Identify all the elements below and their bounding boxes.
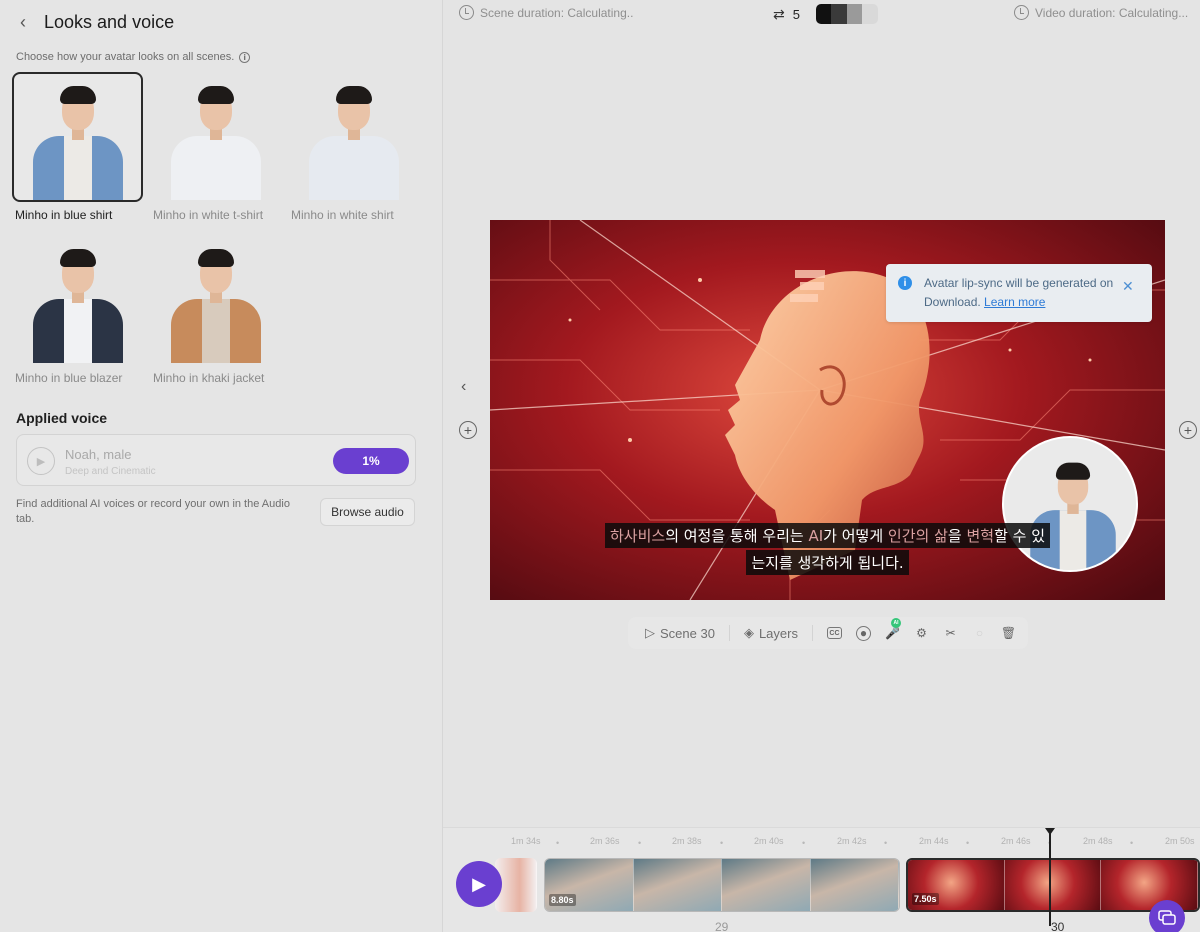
clip-duration: 7.50s — [912, 893, 939, 905]
avatar-icon[interactable]: ● — [855, 625, 871, 641]
ruler-tick: 2m 40s — [754, 836, 784, 846]
subtitle-overlay[interactable]: 하사비스의 여정을 통해 우리는 AI가 어떻게 인간의 삶을 변혁할 수 있 … — [490, 523, 1165, 577]
learn-more-link[interactable]: Learn more — [984, 295, 1045, 309]
look-thumbnail — [150, 235, 281, 365]
avatar-figure — [299, 78, 409, 200]
back-chevron-icon[interactable]: ‹ — [16, 12, 30, 33]
avatar-figure — [161, 241, 271, 363]
look-blue-shirt[interactable]: Minho in blue shirt — [12, 72, 143, 235]
shuffle-count: 5 — [792, 6, 800, 22]
color-swatch-strip[interactable] — [815, 4, 878, 24]
clock-icon — [459, 5, 474, 20]
look-label: Minho in blue shirt — [15, 208, 113, 222]
timeline-playhead[interactable] — [1045, 828, 1055, 926]
layers-button[interactable]: ◈ Layers — [744, 625, 798, 641]
applied-voice-heading: Applied voice — [16, 410, 108, 426]
captions-icon[interactable]: CC — [826, 627, 842, 639]
look-thumbnail — [12, 235, 143, 365]
layers-icon: ◈ — [743, 625, 754, 640]
timeline-clip-29[interactable]: 8.80s — [544, 858, 900, 912]
voice-play-icon[interactable]: ▶ — [27, 447, 55, 475]
video-duration-text: Video duration: Calculating... — [1035, 5, 1189, 20]
ruler-tick: 2m 38s — [672, 836, 702, 846]
scene-duration-text: Scene duration: Calculating.. — [480, 5, 634, 20]
play-icon: ▷ — [645, 625, 655, 640]
look-label: Minho in white shirt — [291, 208, 394, 222]
subtitle-text: Choose how your avatar looks on all scen… — [16, 51, 235, 63]
chat-support-button[interactable] — [1149, 900, 1185, 932]
scene-play-button[interactable]: ▷ Scene 30 — [645, 625, 715, 641]
add-scene-after-icon[interactable]: + — [1179, 421, 1197, 439]
duplicate-icon: ○ — [975, 626, 984, 640]
clock-icon — [1014, 5, 1029, 20]
ruler-tick: 1m 34s — [511, 836, 541, 846]
video-duration: Video duration: Calculating... — [1014, 5, 1188, 20]
add-scene-before-icon[interactable]: + — [459, 421, 477, 439]
lip-sync-toast: i Avatar lip-sync will be generated on D… — [886, 264, 1152, 322]
toast-message: Avatar lip-sync will be generated on Dow… — [924, 276, 1114, 309]
ruler-tick: 2m 48s — [1083, 836, 1113, 846]
looks-grid: Minho in blue shirt Minho in white t-shi… — [12, 72, 432, 398]
microphone-icon[interactable]: 🎤 AI — [885, 617, 901, 641]
toolbar-divider — [728, 625, 730, 641]
scene-toolbar: ▷ Scene 30 ◈ Layers CC ● 🎤 AI ⚙ ✂ ○ 🗑 — [628, 617, 1028, 649]
panel-subtitle: Choose how your avatar looks on all scen… — [16, 51, 251, 63]
voice-name: Noah, male — [65, 447, 132, 462]
shuffle-icon[interactable]: ⇄ — [773, 6, 785, 23]
look-white-shirt[interactable]: Minho in white shirt — [288, 72, 419, 235]
avatar-figure — [23, 78, 133, 200]
subtitle-line-2: 는지를 생각하게 됩니다. — [746, 550, 909, 575]
scene-label: Scene 30 — [660, 625, 715, 641]
look-white-tshirt[interactable]: Minho in white t-shirt — [150, 72, 281, 235]
avatar-figure — [161, 78, 271, 200]
toolbar-divider — [811, 625, 813, 641]
trash-icon[interactable]: 🗑 — [1001, 626, 1016, 641]
panel-header: ‹ Looks and voice — [16, 12, 174, 33]
scene-duration: Scene duration: Calculating.. — [459, 5, 633, 20]
scissors-icon[interactable]: ✂ — [943, 626, 958, 641]
previous-scene-chevron-icon[interactable]: ‹ — [461, 378, 466, 396]
voice-progress-badge: 1% — [333, 448, 409, 474]
ai-badge: AI — [890, 617, 901, 628]
shuffle-control[interactable]: ⇄ 5 — [773, 4, 878, 24]
info-icon[interactable]: i — [239, 51, 251, 63]
chat-icon — [1158, 910, 1176, 925]
ruler-tick: 2m 50s — [1165, 836, 1195, 846]
look-thumbnail — [150, 72, 281, 202]
ruler-tick: 2m 36s — [590, 836, 620, 846]
timeline-play-button[interactable]: ▶ — [456, 861, 502, 907]
looks-voice-panel: ‹ Looks and voice Choose how your avatar… — [0, 0, 443, 932]
close-icon[interactable]: ✕ — [1122, 278, 1134, 295]
ruler-tick: 2m 46s — [1001, 836, 1031, 846]
look-label: Minho in blue blazer — [15, 371, 123, 385]
preview-stage: ‹ + + 하사비스의 여정을 통해 우리는 AI가 어떻게 인간의 삶을 변혁… — [443, 30, 1200, 827]
ruler-tick: 2m 44s — [919, 836, 949, 846]
panel-title: Looks and voice — [44, 12, 175, 32]
clip-duration: 8.80s — [549, 894, 576, 906]
scene-number-30: 30 — [1051, 920, 1065, 932]
look-label: Minho in khaki jacket — [153, 371, 265, 385]
look-blue-blazer[interactable]: Minho in blue blazer — [12, 235, 143, 398]
gear-icon[interactable]: ⚙ — [914, 626, 929, 641]
scene-number-29: 29 — [715, 920, 729, 932]
voice-card[interactable]: ▶ Noah, male Deep and Cinematic 1% — [16, 434, 416, 486]
ruler-tick: 2m 42s — [837, 836, 867, 846]
timeline-ruler: 1m 34s • 2m 36s • 2m 38s • 2m 40s • 2m 4… — [511, 836, 1195, 848]
voice-description: Deep and Cinematic — [65, 466, 156, 477]
info-icon: i — [898, 276, 912, 290]
top-bar: Scene duration: Calculating.. ⇄ 5 Video … — [443, 0, 1200, 30]
subtitle-line-1: 하사비스의 여정을 통해 우리는 AI가 어떻게 인간의 삶을 변혁할 수 있 — [604, 523, 1050, 548]
timeline: 1m 34s • 2m 36s • 2m 38s • 2m 40s • 2m 4… — [443, 827, 1200, 932]
look-thumbnail — [12, 72, 143, 202]
look-khaki-jacket[interactable]: Minho in khaki jacket — [150, 235, 281, 398]
find-voices-text: Find additional AI voices or record your… — [16, 498, 290, 525]
look-label: Minho in white t-shirt — [153, 208, 264, 222]
avatar-figure — [23, 241, 133, 363]
browse-audio-button[interactable]: Browse audio — [320, 498, 415, 526]
look-thumbnail — [288, 72, 419, 202]
layers-label: Layers — [758, 625, 798, 641]
